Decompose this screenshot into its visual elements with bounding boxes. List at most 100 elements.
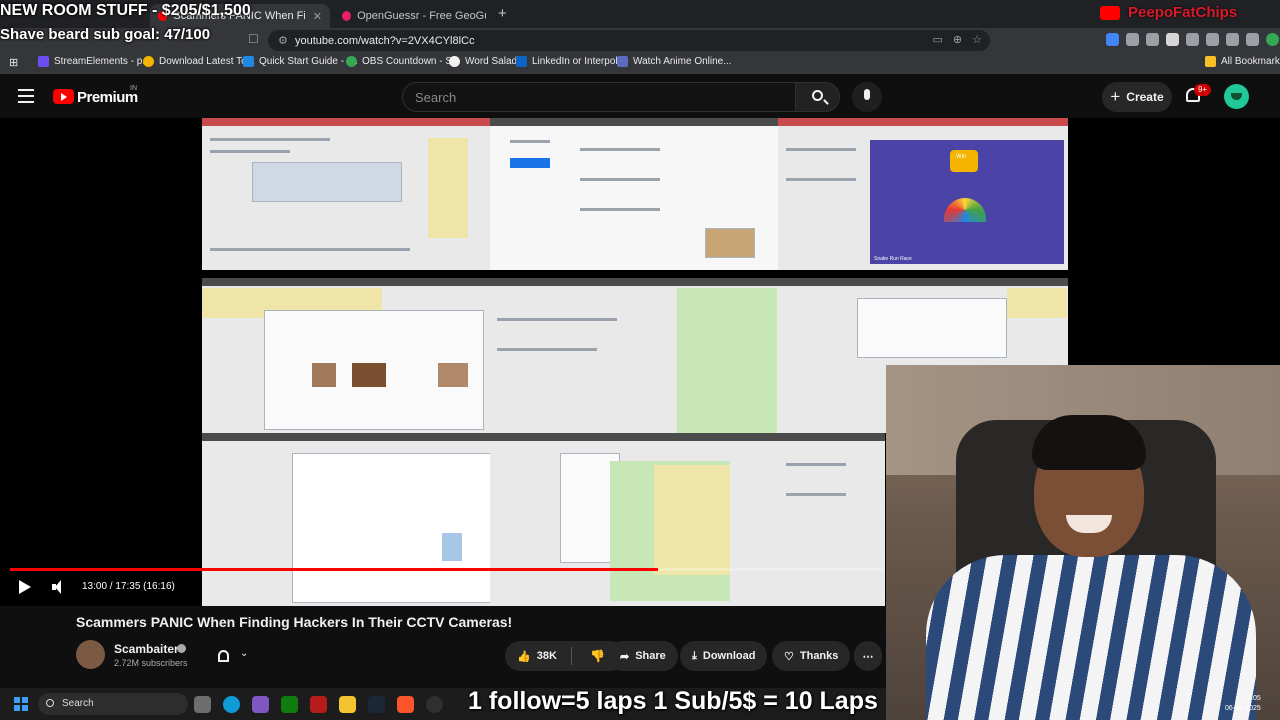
site-info-icon[interactable]: ⚙ <box>278 34 288 47</box>
thanks-button[interactable]: ♡ Thanks <box>772 641 851 671</box>
youtube-premium-brand[interactable]: Premium <box>77 89 138 106</box>
like-dislike-group: 👍 38K 👎 <box>505 641 625 671</box>
taskbar-search-label: Search <box>62 698 94 709</box>
frame-screenshot <box>490 433 778 606</box>
new-tab-icon[interactable]: + <box>498 5 507 22</box>
youtube-logo-icon <box>1100 6 1120 20</box>
download-icon: ⤓ <box>692 649 697 662</box>
zoom-icon[interactable]: ⊕ <box>953 33 962 46</box>
frame-screenshot <box>490 118 778 270</box>
openguessr-favicon-icon <box>342 11 352 21</box>
clock-time: 13:05 <box>1243 695 1261 702</box>
volume-icon[interactable] <box>52 580 66 594</box>
subscribed-bell-button[interactable]: ⌄ <box>206 641 264 671</box>
thanks-label: Thanks <box>799 650 839 662</box>
extension-icon[interactable] <box>1166 33 1179 46</box>
video-title: Scammers PANIC When Finding Hackers In T… <box>76 614 513 630</box>
task-view-icon[interactable] <box>194 696 211 713</box>
brave-icon[interactable] <box>397 696 414 713</box>
share-button[interactable]: ➦ Share <box>608 641 678 671</box>
download-label: Download <box>702 650 756 662</box>
obs-icon[interactable] <box>426 696 443 713</box>
frame-screenshot <box>202 278 487 433</box>
steam-icon[interactable] <box>368 696 385 713</box>
streamer-name-overlay: PeepoFatChips <box>1128 4 1238 21</box>
extension-icon[interactable] <box>1146 33 1159 46</box>
extension-icon[interactable] <box>1126 33 1139 46</box>
youtube-logo-icon[interactable] <box>53 89 74 104</box>
channel-name[interactable]: Scambaiter <box>114 642 179 656</box>
extension-icon[interactable] <box>1206 33 1219 46</box>
channel-avatar[interactable] <box>76 640 105 669</box>
more-actions-button[interactable]: ⋯ <box>854 641 882 671</box>
url-text: youtube.com/watch?v=2VX4CYl8lCc <box>295 34 475 47</box>
search-icon <box>46 699 54 707</box>
create-button[interactable]: + Create <box>1102 82 1172 112</box>
profile-icon[interactable] <box>1266 33 1279 46</box>
verified-icon <box>177 644 186 653</box>
bookmark-anime[interactable]: Watch Anime Online... <box>617 56 732 67</box>
subscriber-count: 2.72M subscribers <box>114 658 188 668</box>
clock-date: 06-10-2025 <box>1225 705 1261 712</box>
taskbar-search[interactable]: Search <box>38 693 188 715</box>
edge-icon[interactable] <box>223 696 240 713</box>
bookmark-obs-countdown[interactable]: OBS Countdown - S... <box>346 56 460 67</box>
download-button[interactable]: ⤓ Download <box>680 641 768 671</box>
url-field[interactable]: ⚙ youtube.com/watch?v=2VX4CYl8lCc ▭ ⊕ ☆ <box>268 30 990 51</box>
play-icon[interactable] <box>19 580 31 594</box>
region-code: IN <box>130 85 137 92</box>
bookmark-streamelements[interactable]: StreamElements - p... <box>38 56 151 67</box>
windows-start-icon[interactable] <box>14 697 28 711</box>
bookmark-download[interactable]: Download Latest To... <box>143 56 255 67</box>
thumbs-up-icon: 👍 <box>517 650 531 663</box>
avatar[interactable] <box>1224 84 1249 109</box>
chevron-down-icon: ⌄ <box>240 648 249 659</box>
menu-icon[interactable] <box>18 89 34 107</box>
mobile-game-frame: Win Snake Run Race <box>870 140 1064 264</box>
xbox-icon[interactable] <box>281 696 298 713</box>
tab-openguessr[interactable]: OpenGuessr - Free GeoGuessr Alternative <box>334 4 494 28</box>
voice-search-icon[interactable] <box>852 82 882 112</box>
like-button[interactable]: 👍 38K <box>505 650 565 663</box>
bookmark-page-icon[interactable]: ☐ <box>248 32 259 46</box>
extensions-area <box>1106 33 1280 46</box>
screen: Scammers PANIC When Finding Hackers In T… <box>0 0 1280 720</box>
extension-icon[interactable] <box>1186 33 1199 46</box>
game-label: Snake Run Race <box>874 256 912 262</box>
star-icon[interactable]: ☆ <box>972 33 982 46</box>
all-bookmarks-folder[interactable]: All Bookmarks <box>1205 56 1280 67</box>
tab-label: OpenGuessr - Free GeoGuessr Alternative <box>357 10 486 22</box>
extension-icon[interactable] <box>1226 33 1239 46</box>
dislike-button[interactable]: 👎 <box>578 649 605 663</box>
laps-banner-overlay: 1 follow=5 laps 1 Sub/5$ = 10 Laps <box>468 687 878 715</box>
beard-goal-overlay: Shave beard sub goal: 47/100 <box>0 26 211 43</box>
frame-screenshot <box>487 278 777 433</box>
spin-wheel-icon <box>944 198 986 222</box>
apps-icon[interactable]: ⊞ <box>9 56 18 69</box>
win-label: Win <box>956 154 967 160</box>
bookmark-word-salad[interactable]: Word Salad <box>449 56 517 67</box>
search-input[interactable]: Search <box>402 82 796 112</box>
more-icon: ⋯ <box>862 650 874 663</box>
app-icon[interactable] <box>310 696 327 713</box>
app-icon[interactable] <box>252 696 269 713</box>
frame-screenshot <box>202 433 490 606</box>
bookmark-linkedin[interactable]: LinkedIn or Interpol... <box>516 56 626 67</box>
like-count: 38K <box>536 650 557 662</box>
frame-screenshot <box>778 433 885 606</box>
extension-icon[interactable] <box>1106 33 1119 46</box>
plus-icon: + <box>1110 87 1121 106</box>
extension-icon[interactable] <box>1246 33 1259 46</box>
share-label: Share <box>635 650 666 662</box>
bookmark-quickstart[interactable]: Quick Start Guide - I... <box>243 56 358 67</box>
close-tab-icon[interactable]: ✕ <box>313 10 322 23</box>
cast-icon[interactable]: ▭ <box>933 33 943 46</box>
taskbar-clock: 13:05 06-10-2025 <box>1225 694 1261 714</box>
search-icon <box>812 90 823 101</box>
video-progress-bar[interactable] <box>10 568 885 571</box>
thumbs-down-icon: 👎 <box>590 649 605 663</box>
search-button[interactable] <box>796 82 840 112</box>
video-time: 13:00 / 17:35 (16:16) <box>82 581 175 592</box>
file-explorer-icon[interactable] <box>339 696 356 713</box>
frame-screenshot <box>202 118 490 270</box>
